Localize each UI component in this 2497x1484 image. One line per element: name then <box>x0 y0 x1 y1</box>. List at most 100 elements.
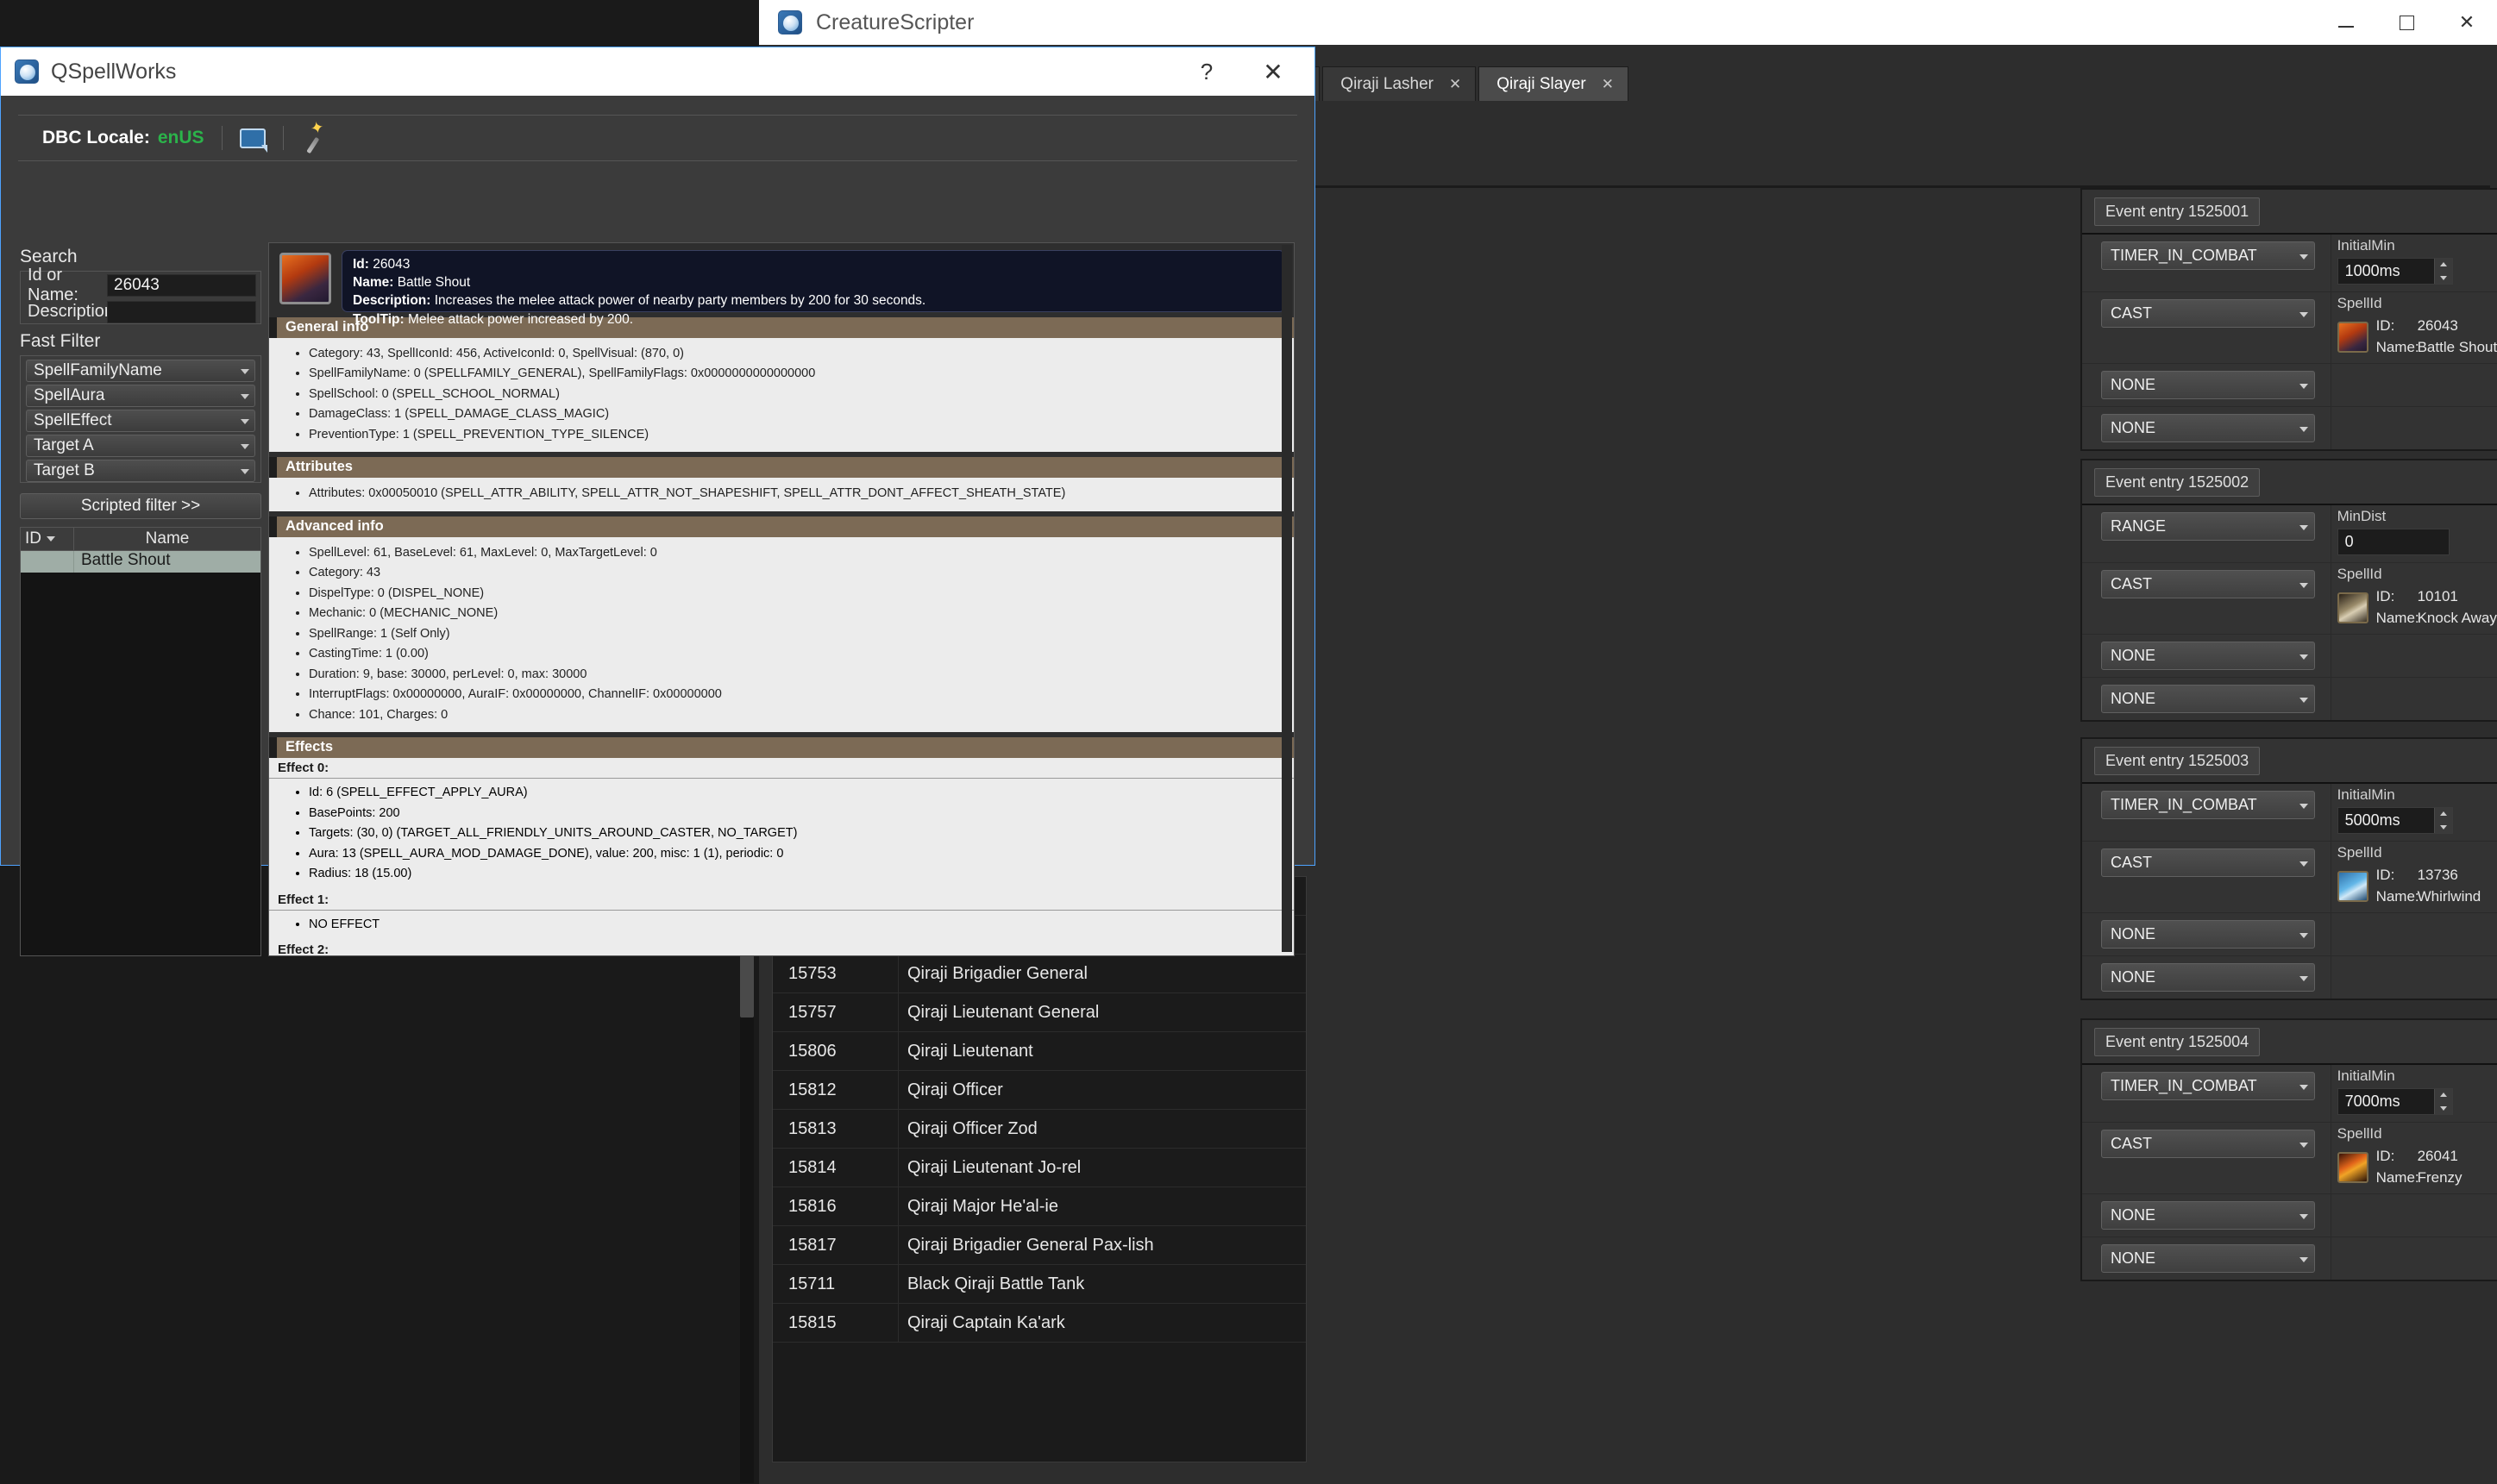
chevron-down-icon <box>241 444 249 449</box>
magic-wand-icon[interactable] <box>298 125 325 152</box>
close-button[interactable]: ✕ <box>2437 0 2497 45</box>
event-type-select[interactable]: RANGE <box>2101 512 2315 541</box>
list-item[interactable]: 15814Qiraji Lieutenant Jo-rel <box>773 1149 1306 1187</box>
maximize-button[interactable] <box>2376 0 2437 45</box>
info-line: PreventionType: 1 (SPELL_PREVENTION_TYPE… <box>309 425 1294 445</box>
action-type-select[interactable]: NONE <box>2101 1201 2315 1230</box>
list-item[interactable]: 15812Qiraji Officer <box>773 1071 1306 1110</box>
initialmin-spinner[interactable]: 1000ms <box>2337 258 2453 285</box>
table-row[interactable]: Battle Shout <box>21 551 260 573</box>
spell-name-value: Battle Shout <box>2418 339 2497 355</box>
creature-tab-qiraji-slayer[interactable]: Qiraji Slayer ✕ <box>1478 66 1628 101</box>
filter-value: SpellEffect <box>34 411 111 430</box>
effect-0-header: Effect 0: <box>269 758 1294 779</box>
chevron-down-icon <box>2299 1085 2308 1090</box>
mindist-input[interactable]: 0 <box>2337 529 2450 555</box>
action-type-select[interactable]: CAST <box>2101 299 2315 328</box>
list-item[interactable]: 15757Qiraji Lieutenant General <box>773 993 1306 1032</box>
close-icon[interactable]: ✕ <box>1602 76 1614 93</box>
event-type-select[interactable]: TIMER_IN_COMBAT <box>2101 791 2315 819</box>
creature-tab-qiraji-lasher[interactable]: Qiraji Lasher ✕ <box>1322 66 1476 101</box>
action-type-cell: CAST <box>2082 292 2331 363</box>
event-type-select[interactable]: TIMER_IN_COMBAT <box>2101 1072 2315 1100</box>
spell-id-value: 26041 <box>2418 1148 2458 1164</box>
action-type-select[interactable]: NONE <box>2101 414 2315 442</box>
chevron-down-icon <box>241 394 249 399</box>
close-button[interactable]: ✕ <box>1249 47 1297 96</box>
help-button[interactable]: ? <box>1185 47 1228 96</box>
creature-id: 15814 <box>773 1158 898 1178</box>
creature-tab-label: Qiraji Lasher <box>1340 75 1434 94</box>
event-block-1525004: Event entry 1525004 Qiraji Slayer - Cast… <box>2080 1018 2497 1281</box>
event-action-row: CAST SpellId ID:10101 N <box>2082 563 2497 635</box>
action-type-select[interactable]: NONE <box>2101 685 2315 713</box>
filter-value: Target A <box>34 436 94 455</box>
minimize-button[interactable] <box>2316 0 2376 45</box>
action-type-select[interactable]: NONE <box>2101 963 2315 992</box>
id-or-name-input[interactable]: 26043 <box>107 274 256 297</box>
creature-list: 15747Qiraji Captain 15750Qiraji Major 15… <box>772 876 1307 1462</box>
list-item[interactable]: 15815Qiraji Captain Ka'ark <box>773 1304 1306 1343</box>
filter-value: Target B <box>34 461 95 480</box>
spell-name-label: Name: <box>2376 886 2418 908</box>
list-item[interactable]: 15816Qiraji Major He'al-ie <box>773 1187 1306 1226</box>
creature-name: Qiraji Officer Zod <box>898 1110 1306 1149</box>
spinner-arrows[interactable] <box>2434 808 2452 833</box>
spell-id-label: ID: <box>2376 865 2418 886</box>
filter-target-b-select[interactable]: Target B <box>26 460 255 482</box>
list-item[interactable]: 15806Qiraji Lieutenant <box>773 1032 1306 1071</box>
column-header-name[interactable]: Name <box>74 528 260 550</box>
list-item[interactable]: 15813Qiraji Officer Zod <box>773 1110 1306 1149</box>
search-row-id: Id or Name: 26043 <box>21 272 260 298</box>
scripted-filter-button[interactable]: Scripted filter >> <box>20 493 261 519</box>
spell-reference[interactable]: ID:26041 Name:Frenzy <box>2331 1143 2497 1193</box>
action-type-select[interactable]: CAST <box>2101 1130 2315 1158</box>
spell-reference[interactable]: ID:10101 Name:Knock Away <box>2331 583 2497 634</box>
description-input[interactable] <box>107 301 256 323</box>
spinner-arrows[interactable] <box>2434 1089 2452 1114</box>
search-row-description: Description: <box>21 298 260 325</box>
spell-info-scrollbar[interactable] <box>1282 245 1292 952</box>
empty-cell <box>2331 678 2497 720</box>
console-icon[interactable] <box>240 128 266 148</box>
filter-target-a-select[interactable]: Target A <box>26 435 255 457</box>
event-action-row-empty: NONE <box>2082 1237 2497 1280</box>
action-type-select[interactable]: NONE <box>2101 642 2315 670</box>
spellid-label: SpellId <box>2331 292 2497 312</box>
action-type-select[interactable]: CAST <box>2101 570 2315 598</box>
event-action-row-empty: NONE <box>2082 956 2497 999</box>
list-item[interactable]: 15817Qiraji Brigadier General Pax-lish <box>773 1226 1306 1265</box>
action-type-select[interactable]: CAST <box>2101 848 2315 877</box>
action-type-cell: NONE <box>2082 407 2331 449</box>
spell-reference[interactable]: ID:13736 Name:Whirlwind <box>2331 861 2497 912</box>
window-controls: ✕ <box>2316 0 2497 45</box>
spell-tooltip-text: Id: 26043 Name: Battle Shout Description… <box>342 250 1285 312</box>
chevron-down-icon <box>2299 525 2308 530</box>
close-icon[interactable]: ✕ <box>1449 76 1461 93</box>
filter-spellaura-select[interactable]: SpellAura <box>26 385 255 407</box>
section-header-attributes: Attributes <box>269 457 1294 478</box>
event-header: Event entry 1525001 Qiraji Slayer - Cast… <box>2082 190 2497 233</box>
event-type-cell: TIMER_IN_COMBAT <box>2082 784 2331 841</box>
chevron-down-icon <box>2299 861 2308 867</box>
initialmin-spinner[interactable]: 7000ms <box>2337 1088 2453 1115</box>
column-header-id[interactable]: ID <box>21 528 74 550</box>
qspellworks-titlebar: QSpellWorks ? ✕ <box>1 47 1314 96</box>
spell-reference[interactable]: ID:26043 Name:Battle Shout <box>2331 312 2497 363</box>
event-type-select[interactable]: TIMER_IN_COMBAT <box>2101 241 2315 270</box>
info-line: Category: 43 <box>309 563 1294 583</box>
list-item[interactable]: 15711Black Qiraji Battle Tank <box>773 1265 1306 1304</box>
action-type-select[interactable]: NONE <box>2101 920 2315 949</box>
search-section-label: Search <box>20 247 78 267</box>
event-header: Event entry 1525002 Qiraji Slayer - Cast… <box>2082 460 2497 504</box>
initialmin-spinner[interactable]: 5000ms <box>2337 807 2453 834</box>
action-type-value: NONE <box>2111 968 2155 986</box>
action-type-select[interactable]: NONE <box>2101 1244 2315 1273</box>
list-item[interactable]: 15753Qiraji Brigadier General <box>773 955 1306 993</box>
spell-id-label: ID: <box>2376 1146 2418 1168</box>
action-type-select[interactable]: NONE <box>2101 371 2315 399</box>
filter-spellfamilyname-select[interactable]: SpellFamilyName <box>26 360 255 382</box>
event-action-row-empty: NONE <box>2082 1194 2497 1237</box>
spinner-arrows[interactable] <box>2434 259 2452 284</box>
filter-spelleffect-select[interactable]: SpellEffect <box>26 410 255 432</box>
